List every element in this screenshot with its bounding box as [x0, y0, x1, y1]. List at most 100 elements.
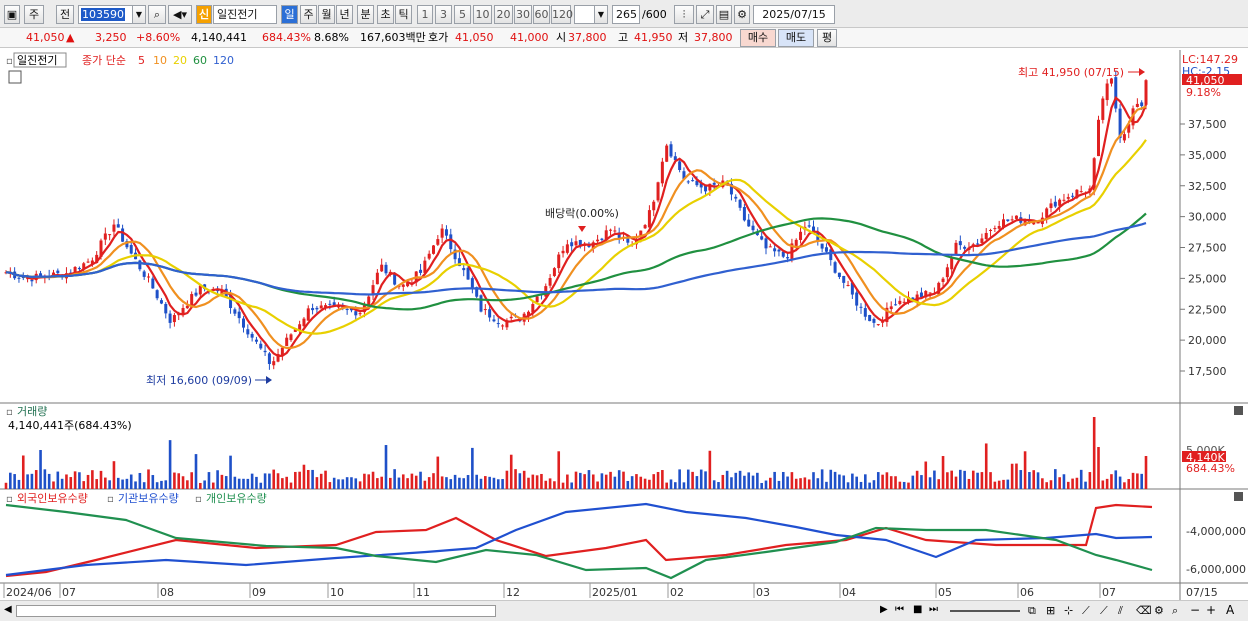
- holding-bullet-icon-3: ▫: [195, 494, 202, 505]
- volume-ratio: 684.43%: [262, 31, 311, 44]
- speaker-icon[interactable]: ◀▾: [168, 5, 192, 24]
- magnifier-icon[interactable]: ⌕: [1172, 604, 1178, 618]
- crosshair-icon[interactable]: ⊹: [1064, 604, 1073, 617]
- search-icon[interactable]: ⌕: [148, 5, 166, 24]
- layout-icon[interactable]: ⧉: [1028, 604, 1036, 618]
- holding-pane-close-icon[interactable]: [1234, 492, 1243, 501]
- interval-button-60[interactable]: 60: [533, 5, 550, 24]
- candle-body: [1014, 215, 1018, 219]
- volume-bar: [440, 476, 444, 489]
- period-button-6[interactable]: 틱: [395, 5, 412, 24]
- interval-button-1[interactable]: 1: [417, 5, 433, 24]
- draw-tool-icon[interactable]: ⤢: [696, 5, 714, 24]
- date-input[interactable]: 2025/07/15: [753, 5, 835, 24]
- period-button-5[interactable]: 초: [377, 5, 394, 24]
- scroll-thumb[interactable]: [16, 605, 496, 617]
- period-button-1[interactable]: 주: [300, 5, 317, 24]
- candle-body: [233, 309, 237, 314]
- volume-bar: [358, 481, 362, 489]
- price-tick-label: 27,500: [1188, 242, 1227, 255]
- candle-body: [1097, 119, 1100, 157]
- stop-icon[interactable]: ■: [913, 604, 922, 615]
- volume-bar: [928, 477, 932, 489]
- volume-bar: [492, 477, 496, 489]
- split-icon[interactable]: ⊞: [1046, 604, 1055, 617]
- window-menu-icon[interactable]: ▣: [4, 5, 20, 24]
- interval-button-120[interactable]: 120: [551, 5, 573, 24]
- volume-bar: [112, 461, 116, 489]
- scroll-left-icon[interactable]: ◀: [4, 604, 12, 615]
- volume-bar: [337, 479, 340, 489]
- volume-bar: [751, 475, 755, 489]
- interval-button-30[interactable]: 30: [514, 5, 532, 24]
- font-size-icon[interactable]: A: [1226, 603, 1234, 617]
- chart-type-icon[interactable]: ⫶: [674, 5, 694, 24]
- scroll-right-icon[interactable]: ▶: [880, 604, 888, 615]
- zoom-in-icon[interactable]: +: [1206, 603, 1216, 617]
- volume-bar: [682, 482, 686, 489]
- volume-bar: [997, 480, 1001, 489]
- volume-bar: [1036, 472, 1040, 489]
- save-icon[interactable]: ▤: [716, 5, 732, 24]
- buy-button[interactable]: 매수: [740, 29, 776, 47]
- volume-tag-pct: 684.43%: [1186, 462, 1235, 475]
- channel-icon[interactable]: ⫽: [1118, 604, 1123, 618]
- candle-body: [306, 308, 310, 321]
- volume-bar: [604, 474, 608, 489]
- candle-body: [1135, 103, 1139, 108]
- ma-legend-120: 120: [213, 54, 234, 67]
- stock-chart[interactable]: 일진전기 ▫ 종가 단순 5 10 20 60 120 LC:147.29 HC…: [0, 50, 1248, 600]
- volume-bar: [730, 477, 733, 489]
- candle-body: [86, 261, 90, 263]
- zoom-slider[interactable]: [950, 610, 1020, 612]
- interval-button-5[interactable]: 5: [454, 5, 471, 24]
- volume-bar: [790, 472, 794, 489]
- volume-pane-close-icon[interactable]: [1234, 406, 1243, 415]
- volume-bar: [1032, 470, 1036, 489]
- market-select[interactable]: 주: [24, 5, 44, 24]
- volume-bar: [838, 474, 841, 489]
- settings-small-icon[interactable]: ⚙: [1154, 604, 1164, 617]
- volume-bar: [907, 482, 910, 489]
- gear-icon[interactable]: ⚙: [734, 5, 750, 24]
- chart-scrollbar[interactable]: ◀ ▶ ⏮ ■ ⏭ ⧉ ⊞ ⊹ ⟋ ⟋ ⫽ ⌫ ⚙ ⌕ − + A: [0, 600, 1248, 621]
- volume-bar: [173, 472, 176, 489]
- candle-body: [285, 337, 289, 346]
- period-button-2[interactable]: 월: [318, 5, 335, 24]
- interval-button-10[interactable]: 10: [473, 5, 492, 24]
- interval-button-3[interactable]: 3: [435, 5, 452, 24]
- volume-bar: [721, 474, 725, 489]
- calculator-icon[interactable]: [8, 70, 22, 84]
- candle-body: [669, 144, 673, 157]
- sell-button[interactable]: 매도: [778, 29, 814, 47]
- eraser-icon[interactable]: ⌫: [1136, 604, 1152, 617]
- institution-holding-legend: 기관보유수량: [118, 492, 179, 505]
- stock-name-field[interactable]: 일진전기: [213, 5, 277, 24]
- count-input[interactable]: 265: [612, 5, 640, 24]
- interval-dropdown-icon[interactable]: ▼: [594, 5, 608, 24]
- volume-bar: [1101, 480, 1105, 489]
- volume-bar: [147, 469, 150, 489]
- zoom-out-icon[interactable]: −: [1190, 603, 1200, 617]
- volume-bar: [21, 455, 25, 489]
- period-button-4[interactable]: 분: [357, 5, 374, 24]
- rewind-icon[interactable]: ⏮: [895, 604, 904, 615]
- balance-button[interactable]: 평: [817, 29, 837, 47]
- candle-body: [747, 219, 751, 227]
- period-button-3[interactable]: 년: [336, 5, 353, 24]
- fast-forward-icon[interactable]: ⏭: [929, 604, 938, 615]
- prev-button[interactable]: 전: [56, 5, 74, 24]
- interval-button-20[interactable]: 20: [494, 5, 513, 24]
- volume-bar: [613, 476, 617, 489]
- trendline-icon[interactable]: ⟋: [1082, 604, 1090, 618]
- fibonacci-icon[interactable]: ⟋: [1100, 604, 1108, 618]
- candle-body: [941, 278, 945, 282]
- volume-bar: [52, 481, 55, 489]
- code-dropdown-icon[interactable]: ▼: [132, 5, 146, 24]
- period-button-0[interactable]: 일: [281, 5, 298, 24]
- holding-y-tick-2: -6,000,000: [1186, 563, 1246, 576]
- candle-body: [164, 303, 168, 314]
- candle-body: [401, 284, 405, 287]
- volume-bar: [937, 479, 941, 489]
- candle-body: [172, 315, 176, 323]
